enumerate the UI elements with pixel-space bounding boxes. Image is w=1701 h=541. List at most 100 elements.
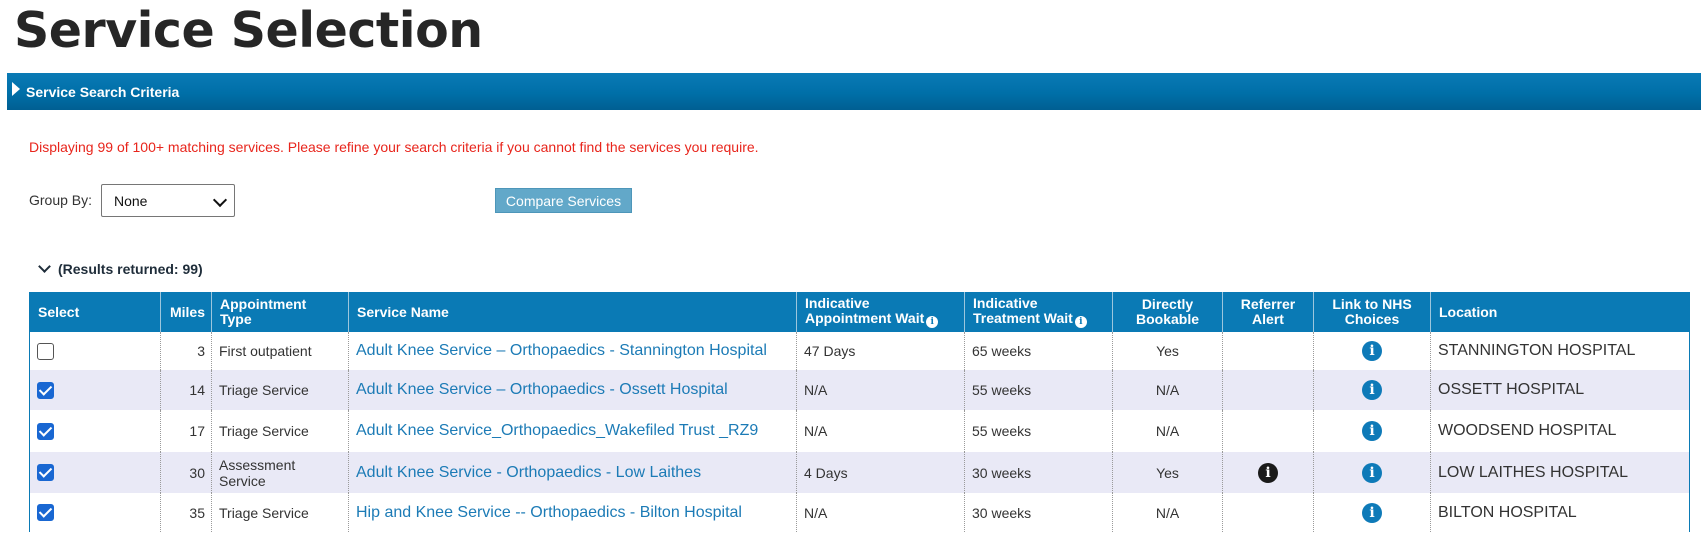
results-toggle[interactable]: (Results returned: 99) — [37, 259, 203, 277]
chevron-down-icon — [212, 192, 228, 208]
service-name-cell: Adult Knee Service - Orthopaedics - Low … — [348, 452, 797, 493]
appointment-type-cell: Assessment Service — [211, 452, 349, 493]
bookable-cell: Yes — [1112, 452, 1223, 493]
select-cell — [29, 370, 161, 410]
service-link[interactable]: Adult Knee Service - Orthopaedics - Low … — [356, 464, 701, 481]
table-row: 30 Assessment Service Adult Knee Service -… — [29, 452, 1690, 493]
col-miles[interactable]: Miles — [160, 292, 212, 332]
chevron-down-icon — [38, 259, 51, 273]
select-checkbox[interactable] — [37, 422, 54, 440]
select-checkbox[interactable] — [37, 381, 54, 399]
nhs-choices-info-icon[interactable]: i — [1362, 380, 1382, 400]
compare-services-button[interactable]: Compare Services — [495, 188, 632, 213]
referrer-alert-cell: i — [1222, 452, 1314, 493]
service-link[interactable]: Adult Knee Service – Orthopaedics - Stan… — [356, 342, 767, 359]
select-checkbox[interactable] — [37, 342, 54, 360]
group-by-select[interactable]: None — [101, 184, 235, 217]
table-row: 17 Triage Service Adult Knee Service_Ortho… — [29, 410, 1690, 452]
miles-cell: 17 — [160, 410, 212, 452]
results-count: (Results returned: 99) — [58, 261, 203, 277]
appointment-type-cell: Triage Service — [211, 370, 349, 410]
miles-cell: 14 — [160, 370, 212, 410]
bookable-cell: N/A — [1112, 493, 1223, 532]
select-cell — [29, 410, 161, 452]
select-checkbox[interactable] — [37, 504, 54, 522]
group-by-label: Group By: — [29, 192, 93, 208]
service-name-cell: Hip and Knee Service -- Orthopaedics - B… — [348, 493, 797, 532]
col-referrer-alert: Referrer Alert — [1222, 292, 1314, 332]
select-checkbox[interactable] — [37, 464, 54, 482]
col-directly-bookable[interactable]: Directly Bookable — [1112, 292, 1223, 332]
table-row: 3 First outpatient Adult Knee Service – Or… — [29, 332, 1690, 370]
nhs-choices-info-icon[interactable]: i — [1362, 502, 1382, 523]
col-location[interactable]: Location — [1430, 292, 1690, 332]
location-cell: BILTON HOSPITAL — [1430, 493, 1690, 532]
referrer-alert-cell — [1222, 332, 1314, 370]
col-service-name[interactable]: Service Name — [348, 292, 797, 332]
info-icon[interactable]: i — [1074, 316, 1087, 329]
col-treatment-wait-label: Indicative Treatment Wait — [973, 294, 1073, 326]
appointment-wait-cell: N/A — [796, 370, 965, 410]
table-header-row: Select Miles Appointment Type Service Na… — [29, 292, 1690, 332]
service-name-cell: Adult Knee Service – Orthopaedics - Osse… — [348, 370, 797, 410]
page-title: Service Selection — [14, 2, 483, 59]
nhs-choices-info-icon[interactable]: i — [1362, 421, 1382, 441]
select-cell — [29, 493, 161, 532]
bookable-cell: N/A — [1112, 370, 1223, 410]
col-appointment-type[interactable]: Appointment Type — [211, 292, 349, 332]
miles-cell: 30 — [160, 452, 212, 493]
treatment-wait-cell: 65 weeks — [964, 332, 1113, 370]
location-cell: LOW LAITHES HOSPITAL — [1430, 452, 1690, 493]
select-cell — [29, 332, 161, 370]
location-cell: WOODSEND HOSPITAL — [1430, 410, 1690, 452]
nhs-choices-cell: i — [1313, 370, 1431, 410]
nhs-choices-cell: i — [1313, 452, 1431, 493]
criteria-label: Service Search Criteria — [26, 83, 180, 100]
nhs-choices-info-icon[interactable]: i — [1362, 341, 1382, 361]
col-treatment-wait[interactable]: Indicative Treatment Wait i — [964, 292, 1113, 332]
nhs-choices-cell: i — [1313, 332, 1431, 370]
treatment-wait-cell: 55 weeks — [964, 370, 1113, 410]
nhs-choices-cell: i — [1313, 493, 1431, 532]
appointment-type-cell: Triage Service — [211, 493, 349, 532]
col-appointment-wait-label: Indicative Appointment Wait — [805, 294, 925, 326]
col-appointment-wait[interactable]: Indicative Appointment Wait i — [796, 292, 965, 332]
bookable-cell: N/A — [1112, 410, 1223, 452]
appointment-type-cell: Triage Service — [211, 410, 349, 452]
appointment-wait-cell: 47 Days — [796, 332, 965, 370]
results-warning: Displaying 99 of 100+ matching services.… — [29, 139, 759, 155]
referrer-alert-icon[interactable]: i — [1258, 462, 1278, 483]
service-name-cell: Adult Knee Service_Orthopaedics_Wakefile… — [348, 410, 797, 452]
results-table: Select Miles Appointment Type Service Na… — [29, 292, 1690, 532]
select-cell — [29, 452, 161, 493]
appointment-type-cell: First outpatient — [211, 332, 349, 370]
service-search-criteria-toggle[interactable]: Service Search Criteria — [7, 73, 1701, 110]
treatment-wait-cell: 55 weeks — [964, 410, 1113, 452]
col-select: Select — [29, 292, 161, 332]
nhs-choices-cell: i — [1313, 410, 1431, 452]
appointment-wait-cell: N/A — [796, 410, 965, 452]
appointment-wait-cell: N/A — [796, 493, 965, 532]
referrer-alert-cell — [1222, 493, 1314, 532]
service-name-cell: Adult Knee Service – Orthopaedics - Stan… — [348, 332, 797, 370]
service-link[interactable]: Hip and Knee Service -- Orthopaedics - B… — [356, 504, 742, 521]
location-cell: STANNINGTON HOSPITAL — [1430, 332, 1690, 370]
miles-cell: 35 — [160, 493, 212, 532]
group-by-value: None — [114, 192, 148, 209]
triangle-right-icon — [12, 81, 20, 96]
referrer-alert-cell — [1222, 410, 1314, 452]
nhs-choices-info-icon[interactable]: i — [1362, 462, 1382, 483]
bookable-cell: Yes — [1112, 332, 1223, 370]
treatment-wait-cell: 30 weeks — [964, 452, 1113, 493]
treatment-wait-cell: 30 weeks — [964, 493, 1113, 532]
info-icon[interactable]: i — [926, 316, 939, 329]
miles-cell: 3 — [160, 332, 212, 370]
col-nhs-choices: Link to NHS Choices — [1313, 292, 1431, 332]
table-row: 14 Triage Service Adult Knee Service – Ort… — [29, 370, 1690, 410]
service-link[interactable]: Adult Knee Service – Orthopaedics - Osse… — [356, 381, 728, 398]
service-link[interactable]: Adult Knee Service_Orthopaedics_Wakefile… — [356, 422, 758, 439]
table-row: 35 Triage Service Hip and Knee Service -- … — [29, 493, 1690, 532]
referrer-alert-cell — [1222, 370, 1314, 410]
appointment-wait-cell: 4 Days — [796, 452, 965, 493]
location-cell: OSSETT HOSPITAL — [1430, 370, 1690, 410]
